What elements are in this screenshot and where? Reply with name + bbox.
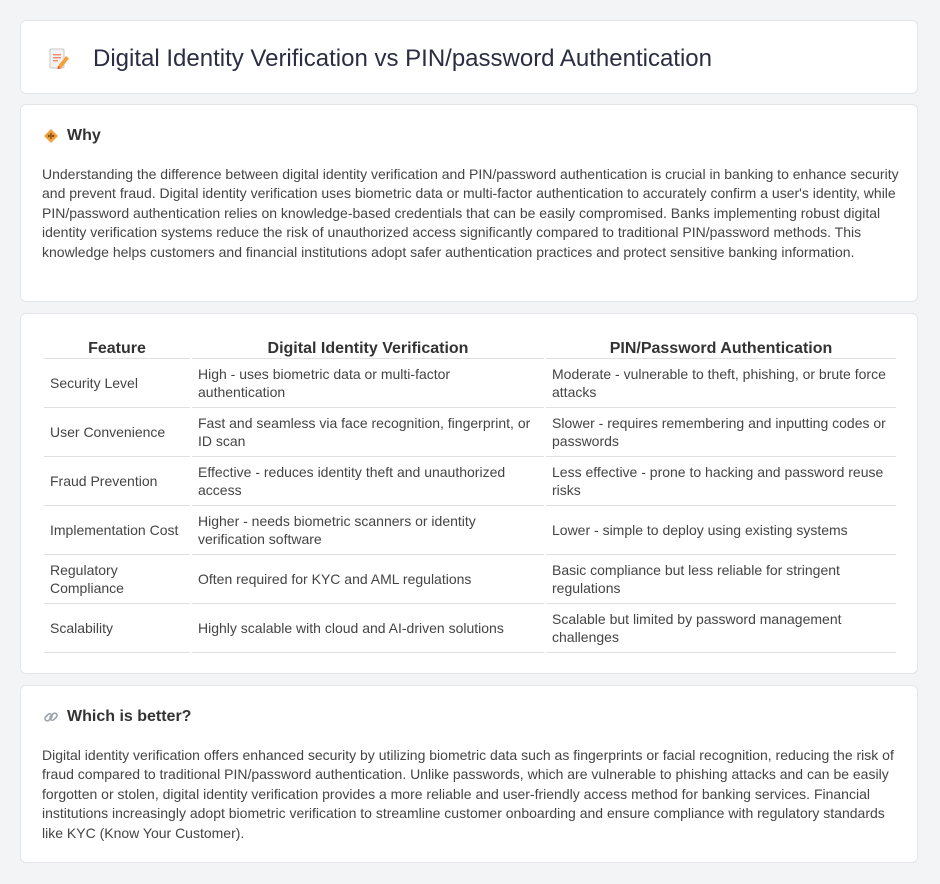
why-text: Understanding the difference between dig… xyxy=(42,166,899,260)
table-cell: Lower - simple to deploy using existing … xyxy=(546,506,896,555)
why-heading-row: Why xyxy=(43,125,101,147)
page-title: Digital Identity Verification vs PIN/pas… xyxy=(93,45,712,72)
table-row: User Convenience Fast and seamless via f… xyxy=(44,408,896,457)
table-row: Regulatory Compliance Often required for… xyxy=(44,555,896,604)
comparison-table: Feature Digital Identity Verification PI… xyxy=(42,334,898,653)
table-header-row: Feature Digital Identity Verification PI… xyxy=(44,334,896,359)
table-cell: User Convenience xyxy=(44,408,190,457)
table-cell: Higher - needs biometric scanners or ide… xyxy=(192,506,544,555)
why-section: Why Understanding the difference between… xyxy=(20,104,918,302)
table-cell: Often required for KYC and AML regulatio… xyxy=(192,555,544,604)
table-cell: Slower - requires remembering and inputt… xyxy=(546,408,896,457)
table-cell: Regulatory Compliance xyxy=(44,555,190,604)
table-cell: Highly scalable with cloud and AI-driven… xyxy=(192,604,544,653)
table-cell: Less effective - prone to hacking and pa… xyxy=(546,457,896,506)
column-header: PIN/Password Authentication xyxy=(546,334,896,359)
table-cell: Fraud Prevention xyxy=(44,457,190,506)
table-row: Implementation Cost Higher - needs biome… xyxy=(44,506,896,555)
column-header: Digital Identity Verification xyxy=(192,334,544,359)
table-cell: Implementation Cost xyxy=(44,506,190,555)
table-cell: Moderate - vulnerable to theft, phishing… xyxy=(546,359,896,408)
which-is-better-section: Which is better? Digital identity verifi… xyxy=(20,685,918,863)
comparison-section: Feature Digital Identity Verification PI… xyxy=(20,313,918,674)
table-cell: Scalable but limited by password managem… xyxy=(546,604,896,653)
table-cell: Fast and seamless via face recognition, … xyxy=(192,408,544,457)
table-row: Security Level High - uses biometric dat… xyxy=(44,359,896,408)
table-row: Scalability Highly scalable with cloud a… xyxy=(44,604,896,653)
diamond-sign-icon xyxy=(43,128,59,144)
table-cell: Effective - reduces identity theft and u… xyxy=(192,457,544,506)
link-icon xyxy=(43,709,59,725)
document-pencil-icon xyxy=(47,47,71,71)
table-row: Fraud Prevention Effective - reduces ide… xyxy=(44,457,896,506)
header-card: Digital Identity Verification vs PIN/pas… xyxy=(20,20,918,94)
table-cell: High - uses biometric data or multi-fact… xyxy=(192,359,544,408)
better-heading: Which is better? xyxy=(67,708,192,725)
table-cell: Scalability xyxy=(44,604,190,653)
why-heading: Why xyxy=(67,127,101,144)
table-cell: Security Level xyxy=(44,359,190,408)
better-heading-row: Which is better? xyxy=(43,706,191,728)
table-cell: Basic compliance but less reliable for s… xyxy=(546,555,896,604)
column-header: Feature xyxy=(44,334,190,359)
better-text: Digital identity verification offers enh… xyxy=(42,747,894,841)
